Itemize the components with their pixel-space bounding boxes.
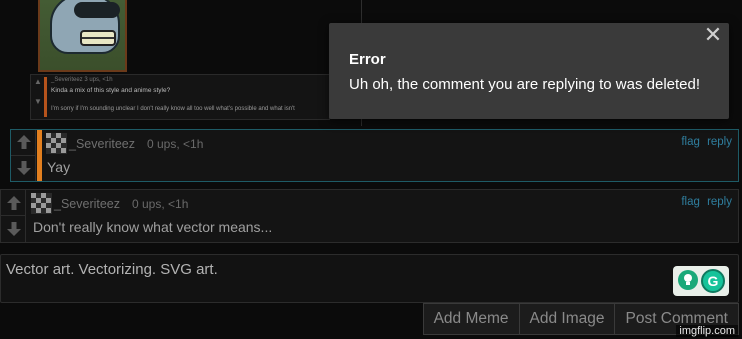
downvote-button[interactable] (11, 156, 36, 182)
vote-controls (11, 130, 36, 181)
popup-message: Uh oh, the comment you are replying to w… (349, 76, 701, 93)
comment-item: _Severiteez 0 ups, <1h flag reply Yay (10, 129, 739, 182)
close-icon[interactable]: ✕ (703, 23, 723, 47)
reply-link[interactable]: reply (707, 136, 732, 148)
mini-vote-arrows: ▲ ▼ (34, 77, 42, 106)
embedded-comment-image: ▲ ▼ _Severiteez 3 ups, <1h Kinda a mix of… (30, 0, 362, 126)
arrow-down-icon (6, 222, 21, 236)
flag-link[interactable]: flag (681, 196, 700, 208)
comment-text: Don't really know what vector means... (33, 219, 273, 235)
avatar[interactable] (31, 193, 52, 214)
popup-title: Error (349, 51, 386, 68)
mini-accent-bar (44, 77, 47, 117)
comment-item: _Severiteez 0 ups, <1h flag reply Don't … (0, 189, 739, 243)
mini-comment-text: Kinda a mix of this style and anime styl… (51, 87, 171, 94)
reply-textarea[interactable]: Vector art. Vectorizing. SVG art. G (0, 254, 739, 303)
comment-meta: 0 ups, <1h (132, 197, 189, 211)
avatar[interactable] (46, 133, 67, 154)
vote-controls (1, 190, 26, 242)
upvote-button[interactable] (11, 130, 36, 156)
comment-username[interactable]: _Severiteez (54, 197, 120, 211)
meme-thumbnail-image[interactable] (38, 0, 127, 72)
comment-actions: flag reply (677, 196, 732, 208)
comment-accent-bar (37, 130, 42, 181)
add-meme-button[interactable]: Add Meme (422, 303, 520, 335)
robot-head-graphic (50, 0, 120, 54)
mini-comment-meta: _Severiteez 3 ups, <1h (51, 77, 113, 83)
arrow-up-icon (6, 195, 21, 210)
comment-actions: flag reply (677, 136, 732, 148)
upvote-button[interactable] (1, 190, 26, 216)
arrow-up-icon (16, 135, 31, 150)
downvote-button[interactable] (1, 216, 26, 242)
mini-comment-text-2: I'm sorry if I'm sounding unclear I don'… (51, 106, 295, 112)
reply-link[interactable]: reply (707, 196, 732, 208)
reply-textarea-value: Vector art. Vectorizing. SVG art. (6, 261, 218, 278)
arrow-down-icon (16, 161, 31, 176)
add-image-button[interactable]: Add Image (518, 303, 616, 335)
lightbulb-icon[interactable] (678, 270, 698, 290)
embedded-mini-comment: ▲ ▼ _Severiteez 3 ups, <1h Kinda a mix of… (30, 74, 330, 120)
grammarly-widget[interactable]: G (673, 266, 729, 296)
comment-username[interactable]: _Severiteez (69, 137, 135, 151)
comment-text: Yay (47, 159, 71, 175)
flag-link[interactable]: flag (681, 136, 700, 148)
grammarly-icon[interactable]: G (701, 269, 725, 293)
comment-meta: 0 ups, <1h (147, 137, 204, 151)
watermark: imgflip.com (676, 325, 738, 337)
error-popup: ✕ Error Uh oh, the comment you are reply… (329, 23, 729, 119)
